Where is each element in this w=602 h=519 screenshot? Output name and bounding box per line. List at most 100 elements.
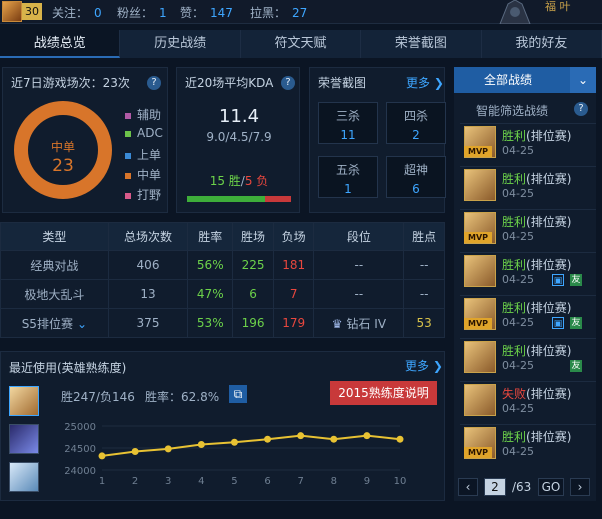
mode-text: (排位赛) bbox=[526, 344, 572, 358]
chevron-down-icon[interactable]: ⌄ bbox=[570, 67, 596, 93]
x-tick-label: 1 bbox=[99, 476, 105, 487]
y-tick-label: 24500 bbox=[64, 444, 96, 455]
result-text: 胜利 bbox=[502, 172, 527, 186]
go-button[interactable]: GO bbox=[538, 478, 564, 496]
page-input[interactable]: 2 bbox=[484, 478, 506, 496]
match-item[interactable]: 胜利(排位赛) 04-25 bbox=[460, 166, 596, 204]
match-result: 胜利(排位赛) bbox=[502, 213, 571, 230]
cell-rate: 53% bbox=[187, 308, 234, 338]
copy-icon[interactable]: ⧉ bbox=[229, 385, 247, 403]
cell-text: 极地大乱斗 bbox=[24, 287, 85, 302]
help-icon[interactable]: ? bbox=[147, 76, 161, 90]
match-date: 04-25 bbox=[502, 144, 534, 157]
mvp-badge: MVP bbox=[464, 447, 492, 458]
avatar[interactable] bbox=[2, 1, 22, 22]
cell-lose: 181 bbox=[272, 250, 315, 280]
honor-label: 四杀 bbox=[403, 109, 428, 123]
hero-record: 胜247/负146 bbox=[61, 390, 135, 404]
legend-swatch bbox=[125, 152, 131, 159]
x-tick-label: 3 bbox=[165, 476, 171, 487]
cell-text: -- bbox=[354, 287, 364, 301]
match-item[interactable]: MVP 胜利(排位赛) 04-25 友 ▣ bbox=[460, 295, 596, 333]
y-tick-label: 25000 bbox=[64, 422, 96, 433]
follow-stat[interactable]: 关注： 0 bbox=[52, 4, 102, 21]
proficiency-explain-button[interactable]: 2015熟练度说明 bbox=[330, 381, 437, 405]
match-item[interactable]: MVP 胜利(排位赛) 04-25 bbox=[460, 209, 596, 247]
tab-item[interactable]: 荣誉截图 bbox=[361, 30, 482, 58]
data-point[interactable] bbox=[330, 435, 338, 443]
hero-icon bbox=[464, 341, 496, 373]
data-point[interactable] bbox=[98, 452, 106, 460]
result-text: 胜利 bbox=[502, 430, 527, 444]
fans-stat[interactable]: 粉丝： 1 bbox=[117, 4, 167, 21]
cell-text: 13 bbox=[140, 287, 156, 301]
honor-item[interactable]: 四杀 2 bbox=[386, 102, 446, 144]
donut-center-label: 中单 bbox=[50, 140, 75, 154]
hero-icon-selected[interactable] bbox=[9, 386, 39, 416]
cell-text: 经典对战 bbox=[30, 258, 79, 273]
smart-filter-label: 智能筛选战绩 bbox=[476, 104, 549, 118]
column-header: 胜点 bbox=[403, 222, 445, 251]
screenshot-icon[interactable]: ▣ bbox=[552, 317, 564, 329]
fans-label: 粉丝： bbox=[117, 6, 154, 20]
cell-rate: 56% bbox=[187, 250, 234, 280]
next-page-button[interactable]: › bbox=[570, 478, 590, 496]
recent-title: 最近使用(英雄熟练度) bbox=[9, 361, 127, 375]
honor-item[interactable]: 三杀 11 bbox=[318, 102, 378, 144]
cell-total: 406 bbox=[107, 250, 189, 280]
data-point[interactable] bbox=[363, 432, 371, 440]
legend-item: ADC bbox=[125, 126, 163, 140]
honor-more-link[interactable]: 更多 ❯ bbox=[406, 74, 444, 91]
match-item[interactable]: 胜利(排位赛) 04-25 友 bbox=[460, 338, 596, 376]
tab-item[interactable]: 符文天赋 bbox=[240, 30, 362, 58]
match-item[interactable]: MVP 胜利(排位赛) 04-25 bbox=[460, 123, 596, 161]
table-row[interactable]: S5排位赛 ⌄ 375 53% 196 179 ♛ 钻石 IV 53 bbox=[0, 308, 445, 338]
honor-item[interactable]: 五杀 1 bbox=[318, 156, 378, 198]
match-item[interactable]: MVP 胜利(排位赛) 04-25 bbox=[460, 424, 596, 462]
legend-label: ADC bbox=[137, 126, 163, 140]
help-icon[interactable]: ? bbox=[281, 76, 295, 90]
tab-item[interactable]: 战绩总览 bbox=[0, 30, 121, 58]
follow-label: 关注： bbox=[52, 6, 89, 20]
hero-icon[interactable] bbox=[9, 424, 39, 454]
blacklist-stat[interactable]: 拉黑： 27 bbox=[250, 4, 307, 21]
data-point[interactable] bbox=[197, 440, 205, 448]
cell-points: -- bbox=[403, 250, 445, 280]
hero-icon bbox=[464, 255, 496, 287]
data-point[interactable] bbox=[396, 435, 404, 443]
likes-stat[interactable]: 赞： 147 bbox=[180, 4, 233, 21]
honor-value: 1 bbox=[344, 182, 352, 196]
kda-losses: 5 负 bbox=[244, 174, 269, 188]
tab-item[interactable]: 历史战绩 bbox=[120, 30, 241, 58]
honor-value: 11 bbox=[340, 128, 356, 142]
recent-more-link[interactable]: 更多 ❯ bbox=[405, 357, 443, 374]
tab-item[interactable]: 我的好友 bbox=[481, 30, 602, 58]
data-point[interactable] bbox=[131, 448, 139, 456]
data-point[interactable] bbox=[297, 432, 305, 440]
likes-value: 147 bbox=[210, 6, 233, 20]
mode-text: (排位赛) bbox=[526, 215, 572, 229]
hero-icon[interactable] bbox=[9, 462, 39, 492]
screenshot-icon[interactable]: ▣ bbox=[552, 274, 564, 286]
table-row[interactable]: 极地大乱斗 13 47% 6 7 -- -- bbox=[0, 279, 445, 309]
cell-text: 6 bbox=[249, 287, 257, 301]
table-row[interactable]: 经典对战 406 56% 225 181 -- -- bbox=[0, 250, 445, 280]
match-item[interactable]: 胜利(排位赛) 04-25 友 ▣ bbox=[460, 252, 596, 290]
match-result: 胜利(排位赛) bbox=[502, 299, 571, 316]
match-item[interactable]: 失败(排位赛) 04-25 bbox=[460, 381, 596, 419]
kda-title: 近20场平均KDA bbox=[185, 76, 274, 90]
series-line bbox=[101, 434, 401, 457]
x-tick-label: 2 bbox=[132, 476, 138, 487]
chevron-down-icon[interactable]: ⌄ bbox=[77, 317, 87, 331]
match-result: 胜利(排位赛) bbox=[502, 127, 571, 144]
legend-label: 辅助 bbox=[137, 108, 162, 122]
honor-item[interactable]: 超神 6 bbox=[386, 156, 446, 198]
y-tick-label: 24000 bbox=[64, 466, 96, 477]
data-point[interactable] bbox=[264, 435, 272, 443]
prev-page-button[interactable]: ‹ bbox=[458, 478, 478, 496]
help-icon[interactable]: ? bbox=[574, 102, 588, 116]
x-tick-label: 4 bbox=[198, 476, 204, 487]
data-point[interactable] bbox=[164, 445, 172, 453]
data-point[interactable] bbox=[230, 438, 238, 446]
legend-item: 上单 bbox=[125, 146, 161, 163]
